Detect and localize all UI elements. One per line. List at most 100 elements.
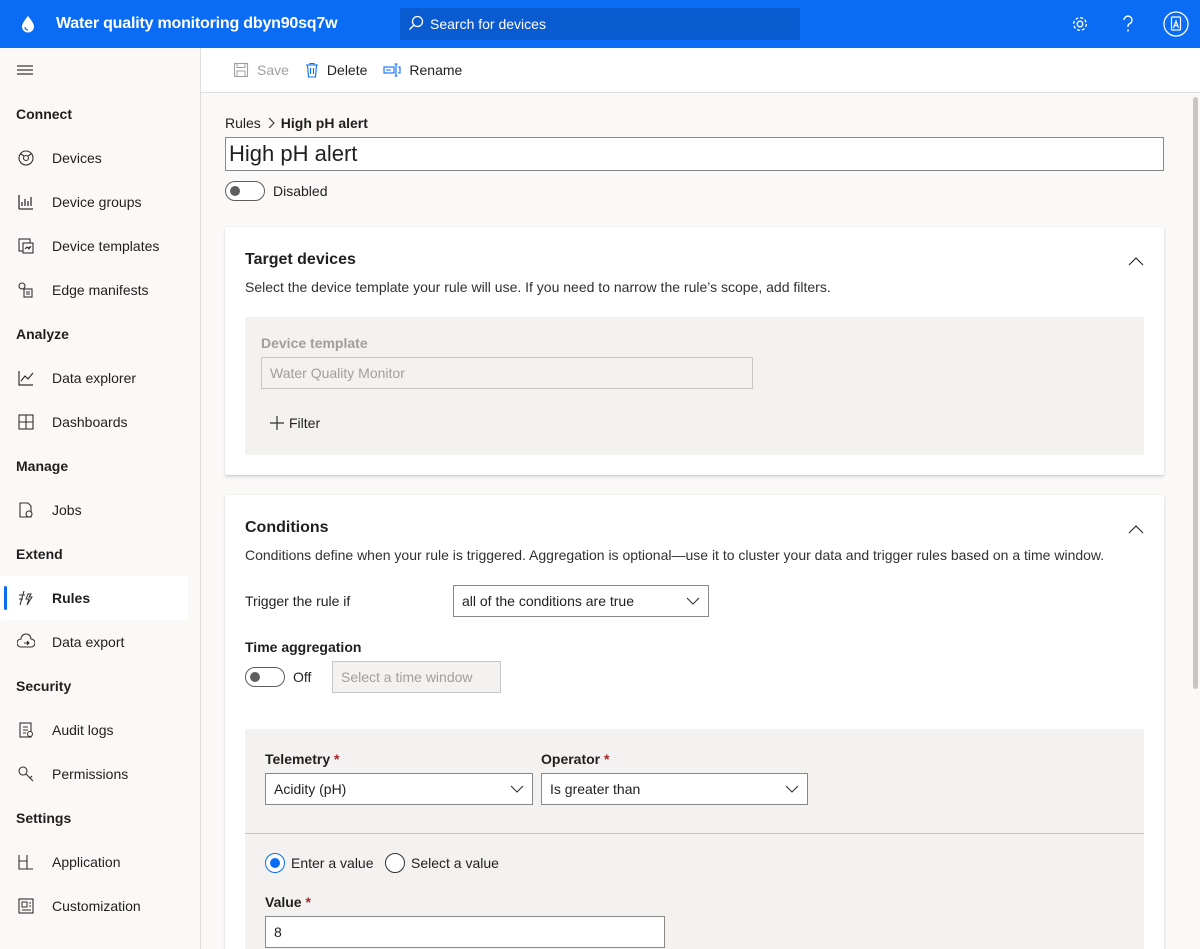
time-window-select[interactable]: Select a time window — [332, 661, 501, 693]
condition-row-box: Telemetry * Acidity (pH) Operator * Is g… — [245, 729, 1144, 949]
hamburger-menu-icon[interactable] — [0, 48, 200, 92]
search-icon — [408, 15, 424, 34]
sidebar-item-label: Edge manifests — [52, 282, 149, 298]
sidebar-item-data-explorer[interactable]: Data explorer — [0, 356, 188, 400]
sidebar-item-audit-logs[interactable]: Audit logs — [0, 708, 188, 752]
select-value-radio[interactable] — [385, 853, 405, 873]
sidebar-item-label: Audit logs — [52, 722, 114, 738]
breadcrumb: Rules High pH alert — [225, 115, 368, 131]
sidebar-item-devices[interactable]: Devices — [0, 136, 188, 180]
chevron-down-icon — [510, 785, 524, 793]
add-filter-button[interactable]: Filter — [269, 415, 320, 431]
trash-icon — [305, 62, 319, 78]
rule-enabled-toggle-row: Disabled — [225, 181, 327, 201]
select-value-radio-option[interactable]: Select a value — [385, 853, 499, 873]
time-aggregation-state: Off — [293, 669, 312, 685]
sidebar-item-device-groups[interactable]: Device groups — [0, 180, 188, 224]
sidebar-item-label: Data explorer — [52, 370, 137, 386]
target-devices-title: Target devices — [245, 251, 356, 268]
trigger-value: all of the conditions are true — [462, 593, 634, 609]
required-mark: * — [305, 894, 311, 910]
sidebar-item-data-export[interactable]: Data export — [0, 620, 188, 664]
telemetry-label: Telemetry * — [265, 751, 339, 767]
sidebar-item-customization[interactable]: Customization — [0, 884, 188, 928]
app-title[interactable]: Water quality monitoring dbyn90sq7w — [56, 15, 338, 33]
save-icon — [233, 62, 249, 78]
breadcrumb-rules-link[interactable]: Rules — [225, 115, 261, 131]
account-avatar-icon[interactable] — [1152, 0, 1200, 48]
operator-value: Is greater than — [550, 781, 641, 797]
enter-value-radio[interactable] — [265, 853, 285, 873]
sidebar-item-label: Device templates — [52, 238, 160, 254]
sidebar-item-label: Application — [52, 854, 121, 870]
value-label-text: Value — [265, 894, 302, 910]
sidebar-item-jobs[interactable]: Jobs — [0, 488, 188, 532]
target-devices-card: Target devices Select the device templat… — [225, 227, 1164, 475]
save-button[interactable]: Save — [233, 62, 289, 78]
breadcrumb-current: High pH alert — [280, 115, 368, 131]
chevron-down-icon — [686, 597, 700, 605]
sidebar-item-rules[interactable]: Rules — [0, 576, 188, 620]
telemetry-label-text: Telemetry — [265, 751, 331, 767]
vertical-scrollbar[interactable] — [1193, 97, 1198, 689]
sidebar-item-label: Dashboards — [52, 414, 128, 430]
chevron-up-icon[interactable] — [1128, 521, 1144, 537]
sidebar-item-label: Device groups — [52, 194, 142, 210]
sidebar-item-application[interactable]: Application — [0, 840, 188, 884]
sidebar-section-security: Security — [16, 678, 72, 694]
template-box: Device template Water Quality Monitor Fi… — [245, 317, 1144, 455]
conditions-description: Conditions define when your rule is trig… — [245, 547, 1105, 563]
value-input[interactable]: 8 — [265, 916, 665, 948]
key-icon — [16, 764, 36, 784]
rules-icon — [16, 588, 36, 608]
sidebar-item-label: Permissions — [52, 766, 129, 782]
chevron-up-icon[interactable] — [1128, 253, 1144, 269]
customization-icon — [16, 896, 36, 916]
sidebar-item-label: Jobs — [52, 502, 82, 518]
sidebar-item-edge-manifests[interactable]: Edge manifests — [0, 268, 188, 312]
audit-logs-icon — [16, 720, 36, 740]
sidebar-section-extend: Extend — [16, 546, 63, 562]
select-value-label: Select a value — [411, 855, 499, 871]
enter-value-label: Enter a value — [291, 855, 374, 871]
time-aggregation-toggle[interactable] — [245, 667, 285, 687]
plus-icon — [269, 415, 285, 431]
required-mark: * — [334, 751, 340, 767]
telemetry-value: Acidity (pH) — [274, 781, 347, 797]
sidebar-item-device-templates[interactable]: Device templates — [0, 224, 188, 268]
sidebar-section-manage: Manage — [16, 458, 69, 474]
time-aggregation-toggle-row: Off — [245, 667, 311, 687]
settings-gear-icon[interactable] — [1056, 0, 1104, 48]
enter-value-radio-option[interactable]: Enter a value — [265, 853, 374, 873]
devices-icon — [16, 148, 36, 168]
main-content: Rules High pH alert High pH alert Disabl… — [201, 93, 1200, 949]
rule-enabled-toggle[interactable] — [225, 181, 265, 201]
telemetry-dropdown[interactable]: Acidity (pH) — [265, 773, 533, 805]
search-input[interactable]: Search for devices — [430, 16, 546, 32]
value-label: Value * — [265, 894, 311, 910]
water-drop-logo-icon[interactable] — [0, 0, 56, 48]
rule-status-label: Disabled — [273, 183, 328, 199]
delete-button[interactable]: Delete — [305, 62, 367, 78]
sidebar-item-permissions[interactable]: Permissions — [0, 752, 188, 796]
device-groups-icon — [16, 192, 36, 212]
chevron-right-icon — [267, 117, 275, 129]
help-icon[interactable] — [1104, 0, 1152, 48]
sidebar-item-dashboards[interactable]: Dashboards — [0, 400, 188, 444]
data-explorer-icon — [16, 368, 36, 388]
sidebar-item-label: Data export — [52, 634, 125, 650]
conditions-card: Conditions Conditions define when your r… — [225, 495, 1164, 949]
operator-label: Operator * — [541, 751, 609, 767]
sidebar-item-label: Devices — [52, 150, 102, 166]
jobs-icon — [16, 500, 36, 520]
rename-button[interactable]: Rename — [383, 62, 462, 78]
trigger-dropdown[interactable]: all of the conditions are true — [453, 585, 709, 617]
search-box[interactable]: Search for devices — [400, 8, 800, 40]
filter-label: Filter — [289, 415, 321, 431]
device-template-field[interactable]: Water Quality Monitor — [261, 357, 753, 389]
device-template-label: Device template — [261, 335, 368, 351]
operator-dropdown[interactable]: Is greater than — [541, 773, 808, 805]
sidebar-section-analyze: Analyze — [16, 326, 69, 342]
trigger-label: Trigger the rule if — [245, 593, 351, 609]
rule-name-input[interactable]: High pH alert — [225, 137, 1164, 171]
